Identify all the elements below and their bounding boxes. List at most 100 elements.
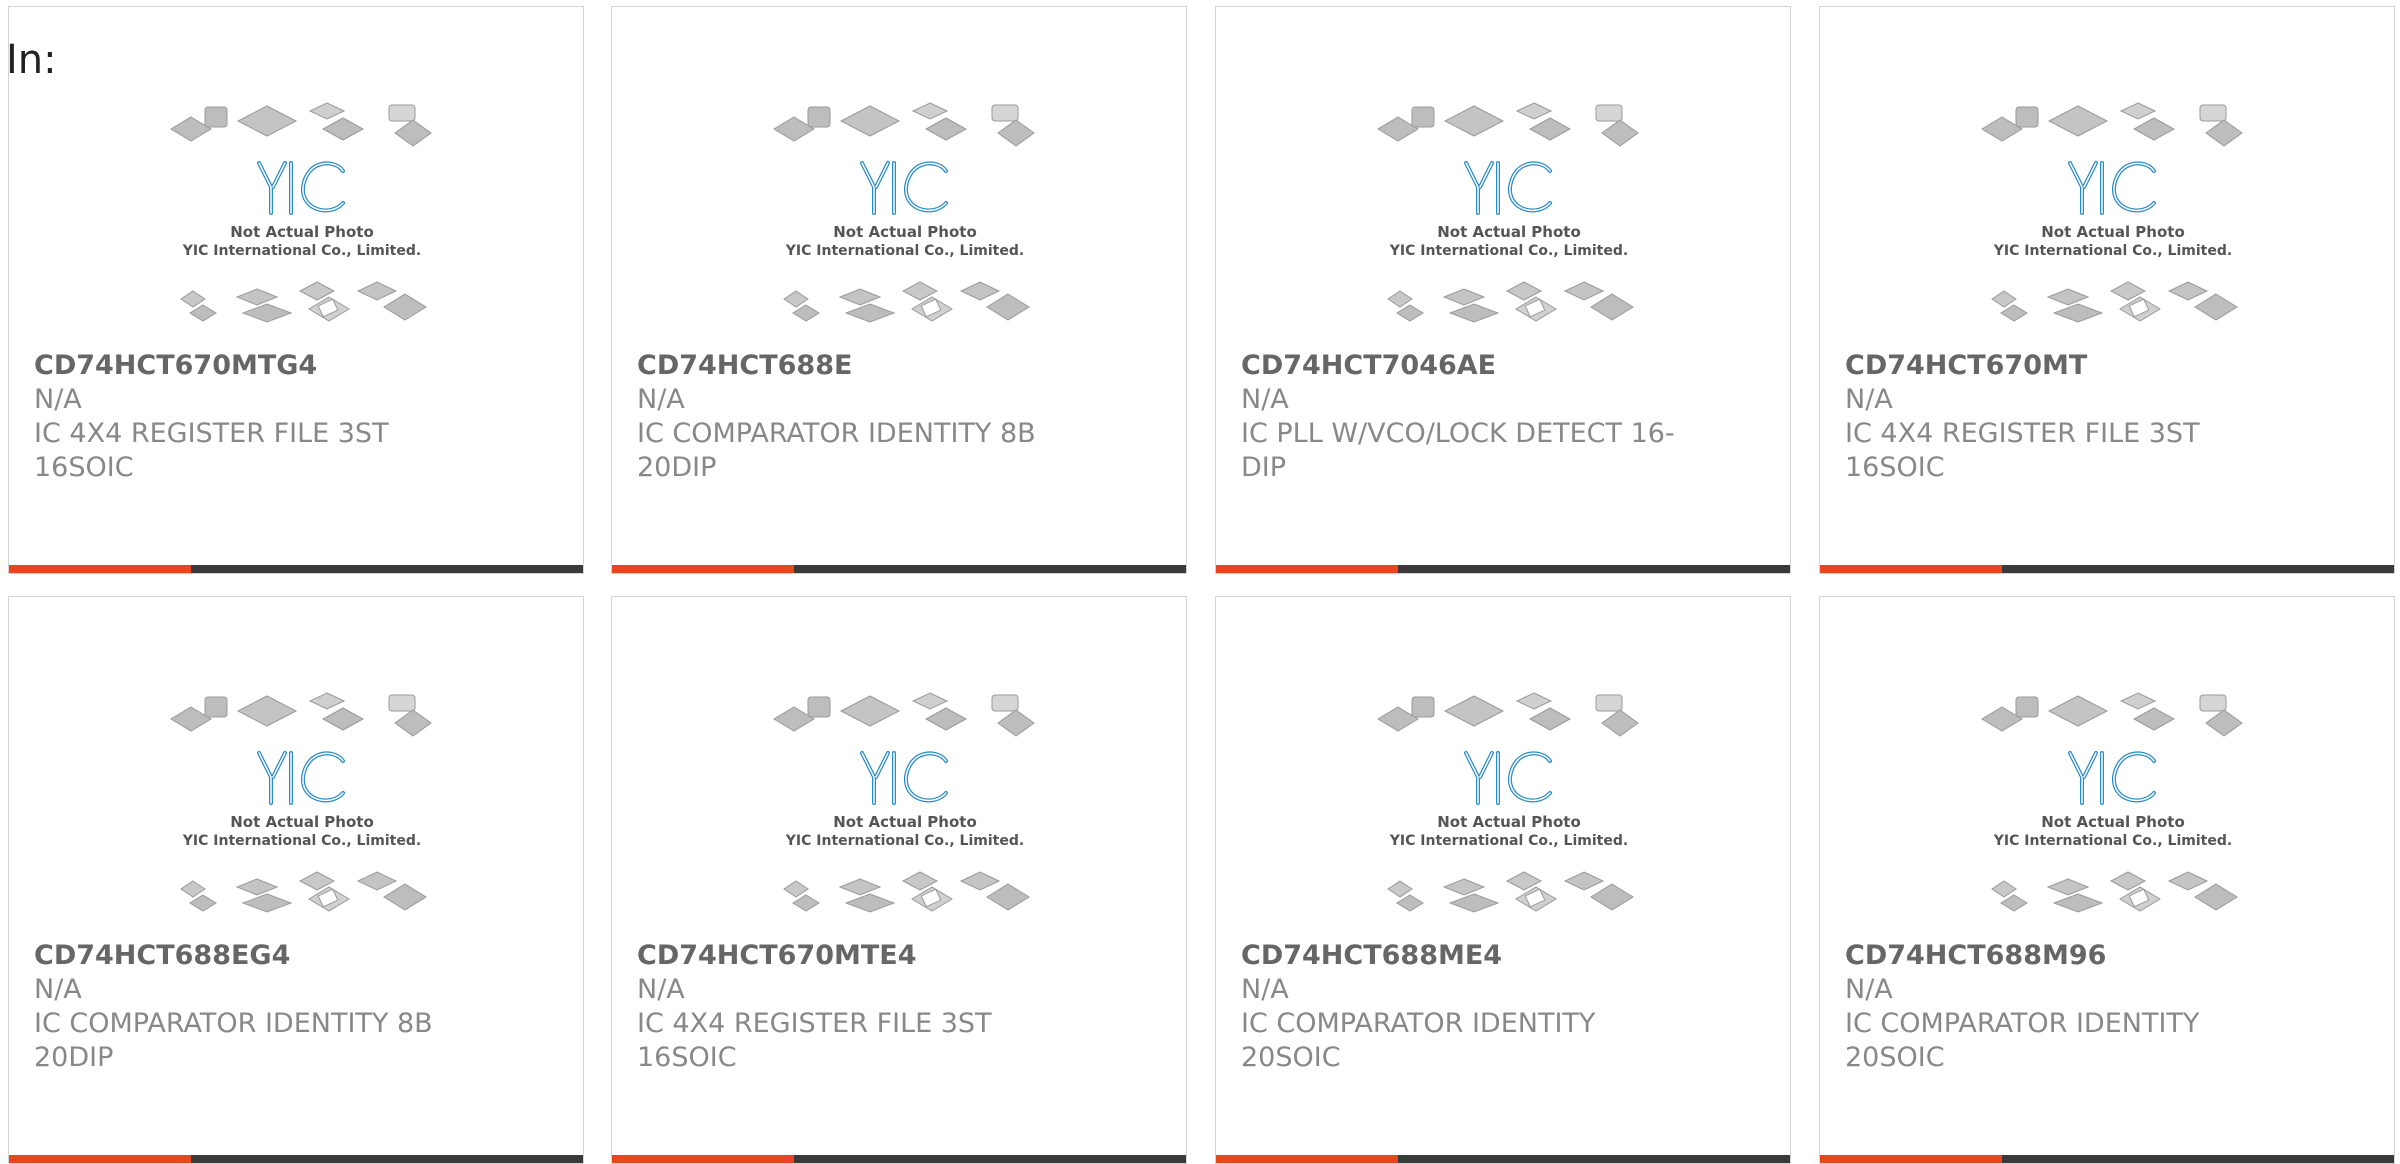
product-card[interactable]: Not Actual Photo YIC International Co., L… [611,6,1187,574]
description-line-2: 20SOIC [1845,1042,1945,1073]
description-line-2: DIP [1241,452,1287,483]
card-bottom-bar [1216,1155,1790,1163]
product-grid: Not Actual Photo YIC International Co., L… [8,6,2400,1164]
product-photo[interactable]: Not Actual Photo YIC International Co., L… [1978,685,2248,935]
product-card[interactable]: Not Actual Photo YIC International Co., L… [8,6,584,574]
product-photo[interactable]: Not Actual Photo YIC International Co., L… [167,685,437,935]
card-bar-accent [9,1155,191,1163]
part-number[interactable]: CD74HCT7046AE [1241,349,1711,383]
manufacturer: N/A [1845,974,1893,1005]
part-number[interactable]: CD74HCT688M96 [1845,939,2315,973]
part-number[interactable]: CD74HCT688E [637,349,1107,383]
card-bar-accent [9,565,191,573]
card-bar-accent [612,565,794,573]
product-photo[interactable]: Not Actual Photo YIC International Co., L… [1374,95,1644,345]
product-photo[interactable]: Not Actual Photo YIC International Co., L… [770,95,1040,345]
photo-caption-line1: Not Actual Photo [230,813,374,831]
description-line-2: 16SOIC [1845,452,1945,483]
photo-caption-line2: YIC International Co., Limited. [785,243,1024,259]
description-line-1: IC 4X4 REGISTER FILE 3ST [1845,418,2200,449]
product-info: CD74HCT688EG4 N/A IC COMPARATOR IDENTITY… [34,939,504,1075]
photo-caption-line2: YIC International Co., Limited. [1389,243,1628,259]
description-line-2: 16SOIC [34,452,134,483]
product-card[interactable]: Not Actual Photo YIC International Co., L… [611,596,1187,1164]
card-bottom-bar [1820,565,2394,573]
photo-caption-line2: YIC International Co., Limited. [1389,833,1628,849]
description-line-1: IC 4X4 REGISTER FILE 3ST [637,1008,992,1039]
photo-caption-line1: Not Actual Photo [2041,813,2185,831]
manufacturer: N/A [1241,384,1289,415]
product-card[interactable]: Not Actual Photo YIC International Co., L… [1819,6,2395,574]
product-card[interactable]: Not Actual Photo YIC International Co., L… [8,596,584,1164]
product-info: CD74HCT670MTE4 N/A IC 4X4 REGISTER FILE … [637,939,1107,1075]
card-bottom-bar [612,565,1186,573]
product-photo[interactable]: Not Actual Photo YIC International Co., L… [1374,685,1644,935]
card-bottom-bar [9,1155,583,1163]
chip-packages-top-icon [773,692,1035,737]
description-line-1: IC COMPARATOR IDENTITY 8B [34,1008,433,1039]
chip-packages-bottom-icon [1991,871,2238,913]
product-info: CD74HCT670MTG4 N/A IC 4X4 REGISTER FILE … [34,349,504,485]
part-number[interactable]: CD74HCT670MTG4 [34,349,504,383]
photo-caption-line1: Not Actual Photo [833,813,977,831]
manufacturer: N/A [34,974,82,1005]
card-bottom-bar [1820,1155,2394,1163]
chip-packages-top-icon [170,692,432,737]
product-info: CD74HCT7046AE N/A IC PLL W/VCO/LOCK DETE… [1241,349,1711,485]
description-line-1: IC COMPARATOR IDENTITY 8B [637,418,1036,449]
description-line-2: 16SOIC [637,1042,737,1073]
card-bar-accent [612,1155,794,1163]
product-photo[interactable]: Not Actual Photo YIC International Co., L… [167,95,437,345]
part-number[interactable]: CD74HCT688ME4 [1241,939,1711,973]
photo-caption-line2: YIC International Co., Limited. [182,243,421,259]
product-card[interactable]: Not Actual Photo YIC International Co., L… [1215,596,1791,1164]
product-photo[interactable]: Not Actual Photo YIC International Co., L… [770,685,1040,935]
description-line-2: 20DIP [637,452,717,483]
chip-packages-bottom-icon [1387,871,1634,913]
part-number[interactable]: CD74HCT670MTE4 [637,939,1107,973]
product-photo[interactable]: Not Actual Photo YIC International Co., L… [1978,95,2248,345]
chip-packages-bottom-icon [1991,281,2238,323]
description-line-1: IC 4X4 REGISTER FILE 3ST [34,418,389,449]
card-bar-accent [1820,565,2002,573]
photo-caption-line1: Not Actual Photo [1437,223,1581,241]
chip-packages-top-icon [1981,102,2243,147]
chip-packages-top-icon [1377,692,1639,737]
product-card[interactable]: Not Actual Photo YIC International Co., L… [1819,596,2395,1164]
manufacturer: N/A [637,384,685,415]
chip-packages-top-icon [773,102,1035,147]
description-line-2: 20DIP [34,1042,114,1073]
chip-packages-bottom-icon [1387,281,1634,323]
chip-packages-bottom-icon [180,871,427,913]
product-info: CD74HCT688M96 N/A IC COMPARATOR IDENTITY… [1845,939,2315,1075]
description-line-1: IC COMPARATOR IDENTITY [1241,1008,1596,1039]
photo-caption-line1: Not Actual Photo [1437,813,1581,831]
description-line-1: IC PLL W/VCO/LOCK DETECT 16- [1241,418,1675,449]
chip-packages-top-icon [1981,692,2243,737]
manufacturer: N/A [637,974,685,1005]
photo-caption-line1: Not Actual Photo [833,223,977,241]
card-bar-accent [1216,565,1398,573]
card-bottom-bar [9,565,583,573]
photo-caption-line2: YIC International Co., Limited. [182,833,421,849]
product-card[interactable]: Not Actual Photo YIC International Co., L… [1215,6,1791,574]
manufacturer: N/A [1845,384,1893,415]
chip-packages-bottom-icon [783,871,1030,913]
part-number[interactable]: CD74HCT688EG4 [34,939,504,973]
filter-label: In: [6,37,57,83]
photo-caption-line1: Not Actual Photo [2041,223,2185,241]
description-line-1: IC COMPARATOR IDENTITY [1845,1008,2200,1039]
card-bar-accent [1216,1155,1398,1163]
chip-packages-top-icon [170,102,432,147]
card-bottom-bar [1216,565,1790,573]
chip-packages-top-icon [1377,102,1639,147]
part-number[interactable]: CD74HCT670MT [1845,349,2315,383]
product-info: CD74HCT670MT N/A IC 4X4 REGISTER FILE 3S… [1845,349,2315,485]
product-info: CD74HCT688E N/A IC COMPARATOR IDENTITY 8… [637,349,1107,485]
photo-caption-line2: YIC International Co., Limited. [1993,243,2232,259]
chip-packages-bottom-icon [783,281,1030,323]
manufacturer: N/A [1241,974,1289,1005]
card-bar-accent [1820,1155,2002,1163]
photo-caption-line2: YIC International Co., Limited. [1993,833,2232,849]
chip-packages-bottom-icon [180,281,427,323]
